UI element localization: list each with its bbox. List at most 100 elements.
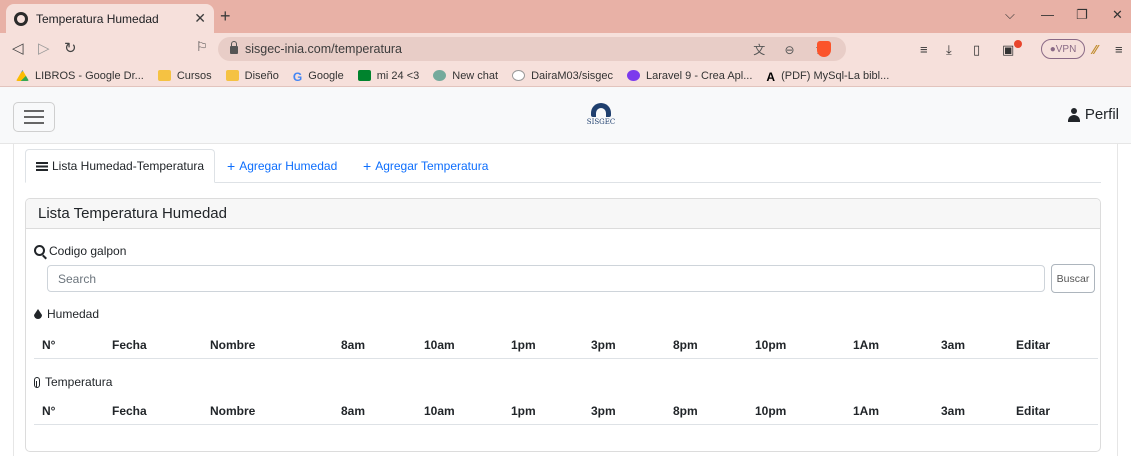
column-header: Editar xyxy=(1008,399,1098,425)
bookmark-item[interactable]: G Google xyxy=(292,69,344,85)
list-icon xyxy=(36,161,48,171)
bookmark-label: Cursos xyxy=(176,69,212,82)
folder-icon xyxy=(157,70,171,81)
search-icon xyxy=(34,244,45,256)
sidebar-icon[interactable]: ▯ xyxy=(973,42,980,58)
bookmark-item[interactable]: DairaM03/sisgec xyxy=(512,70,613,82)
menu-icon[interactable]: ≡ xyxy=(1115,42,1123,57)
minimize-icon[interactable]: — xyxy=(1041,7,1054,22)
window-close-icon[interactable]: ✕ xyxy=(1112,7,1123,23)
column-header: N° xyxy=(34,399,104,425)
bookmark-label: (PDF) MySql-La bibl... xyxy=(781,69,890,82)
google-icon: G xyxy=(292,70,303,84)
bookmark-label: mi 24 <3 xyxy=(376,69,420,82)
forward-icon[interactable]: ▷ xyxy=(38,39,50,57)
column-header: 3pm xyxy=(583,399,665,425)
playlist-icon[interactable]: ≡ xyxy=(920,42,928,57)
column-header: 8pm xyxy=(665,399,747,425)
nav-tabs: Lista Humedad-Temperatura + Agregar Hume… xyxy=(25,149,1101,183)
humedad-label-text: Humedad xyxy=(47,307,100,321)
column-header: 1Am xyxy=(845,333,933,359)
plus-icon: + xyxy=(227,158,236,174)
vpn-button[interactable]: ● VPN xyxy=(1041,39,1085,59)
hamburger-line xyxy=(24,116,44,118)
tab-search-chevron-icon[interactable]: ⌵ xyxy=(1005,7,1015,23)
restore-icon[interactable]: ❐ xyxy=(1076,7,1088,23)
browser-toolbar: ◁ ▷ ↻ ⚐ sisgec-inia.com/temperatura 文 ⊖ … xyxy=(0,33,1131,65)
bookmark-item[interactable]: mi 24 <3 xyxy=(357,69,420,82)
search-label-text: Codigo galpon xyxy=(49,244,127,258)
user-icon xyxy=(1067,107,1081,122)
download-icon[interactable]: ⤓ xyxy=(946,42,952,58)
column-header: Fecha xyxy=(104,399,202,425)
hamburger-line xyxy=(24,122,44,124)
globe-icon xyxy=(14,11,28,26)
address-bar[interactable]: sisgec-inia.com/temperatura 文 ⊖ ⇪ xyxy=(218,37,846,61)
bookmark-label: Laravel 9 - Crea Apl... xyxy=(646,69,753,82)
profile-label: Perfil xyxy=(1084,106,1119,123)
browser-tab[interactable]: Temperatura Humedad ✕ xyxy=(6,4,214,33)
column-header: Fecha xyxy=(104,333,202,359)
new-tab-icon[interactable]: + xyxy=(220,6,231,27)
column-header: Editar xyxy=(1008,333,1098,359)
pdf-icon: A xyxy=(766,70,776,84)
thermometer-icon xyxy=(34,376,40,388)
wallet-icon[interactable]: ▣ xyxy=(1002,42,1014,58)
logo-mark-icon xyxy=(591,103,611,117)
column-header: N° xyxy=(34,333,104,359)
bookmark-item[interactable]: Cursos xyxy=(157,69,212,82)
bookmark-item[interactable]: Diseño xyxy=(225,69,279,82)
lock-icon xyxy=(230,41,238,54)
bookmark-icon[interactable]: ⚐ xyxy=(196,39,208,55)
tab-agregar-temperatura[interactable]: + Agregar Temperatura xyxy=(353,149,498,183)
hamburger-menu-button[interactable] xyxy=(13,102,55,132)
back-icon[interactable]: ◁ xyxy=(12,39,24,57)
table-header-row: N° Fecha Nombre 8am 10am 1pm 3pm 8pm 10pm 1Am 3am E… xyxy=(34,333,1098,359)
column-header: 8pm xyxy=(665,333,747,359)
column-header: 8am xyxy=(333,333,416,359)
laravel-icon xyxy=(627,70,641,81)
column-header: 10am xyxy=(416,399,503,425)
temperatura-label-text: Temperatura xyxy=(45,375,113,389)
tab-label: Agregar Humedad xyxy=(239,159,338,173)
meet-icon xyxy=(357,70,371,81)
card-title: Lista Temperatura Humedad xyxy=(26,199,1100,229)
search-label: Codigo galpon xyxy=(34,244,126,258)
tab-lista-humedad-temperatura[interactable]: Lista Humedad-Temperatura xyxy=(25,149,216,183)
rewards-icon[interactable]: ⁄⁄ xyxy=(1093,42,1097,57)
bookmark-item[interactable]: Laravel 9 - Crea Apl... xyxy=(627,70,752,82)
reload-icon[interactable]: ↻ xyxy=(64,39,77,57)
bookmark-item[interactable]: A (PDF) MySql-La bibl... xyxy=(766,69,890,85)
plus-icon: + xyxy=(363,158,372,174)
column-header: Nombre xyxy=(202,333,333,359)
column-header: 10pm xyxy=(747,399,845,425)
tab-agregar-humedad[interactable]: + Agregar Humedad xyxy=(217,149,347,183)
buscar-button[interactable]: Buscar xyxy=(1051,264,1095,293)
brave-shield-icon[interactable] xyxy=(817,41,831,57)
logo-text: SISGEC xyxy=(586,118,616,126)
tab-label: Agregar Temperatura xyxy=(375,159,489,173)
chatgpt-icon xyxy=(433,70,447,81)
bookmark-label: Diseño xyxy=(244,69,279,82)
column-header: 3am xyxy=(933,333,1008,359)
bookmark-item[interactable]: LIBROS - Google Dr... xyxy=(16,70,144,82)
table-header-row: N° Fecha Nombre 8am 10am 1pm 3pm 8pm 10pm 1Am 3am E… xyxy=(34,399,1098,425)
column-header: 1pm xyxy=(503,399,583,425)
bookmark-item[interactable]: New chat xyxy=(433,70,498,82)
close-tab-icon[interactable]: ✕ xyxy=(194,10,206,27)
humedad-table: N° Fecha Nombre 8am 10am 1pm 3pm 8pm 10pm 1Am 3am E… xyxy=(34,333,1098,359)
app-navbar: SISGEC Perfil xyxy=(0,87,1131,144)
bookmark-label: DairaM03/sisgec xyxy=(531,69,614,82)
droplet-icon xyxy=(34,309,42,319)
temperatura-table: N° Fecha Nombre 8am 10am 1pm 3pm 8pm 10pm 1Am 3am E… xyxy=(34,399,1098,425)
column-header: 3pm xyxy=(583,333,665,359)
search-input[interactable] xyxy=(47,265,1045,292)
drive-icon xyxy=(16,70,29,81)
bookmark-label: Google xyxy=(308,69,344,82)
list-card: Lista Temperatura Humedad Codigo galpon … xyxy=(25,198,1101,452)
sisgec-logo[interactable]: SISGEC xyxy=(583,103,619,131)
column-header: 10pm xyxy=(747,333,845,359)
profile-link[interactable]: Perfil xyxy=(1067,106,1119,123)
browser-tab-strip: Temperatura Humedad ✕ + ⌵ — ❐ ✕ xyxy=(0,0,1131,33)
column-header: 1Am xyxy=(845,399,933,425)
